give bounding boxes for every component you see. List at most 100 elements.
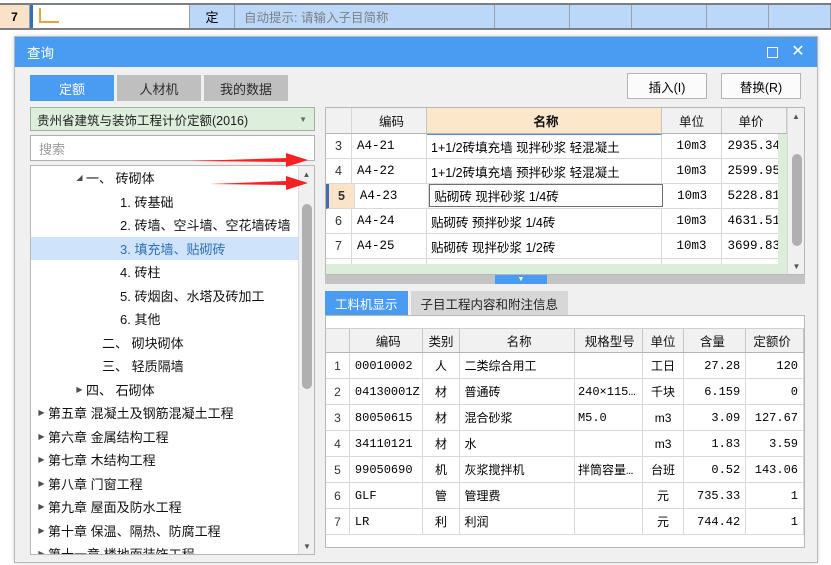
detail-cell-index[interactable]: 7 bbox=[326, 509, 350, 534]
tree-item[interactable]: ▶ 第九章 屋面及防水工程 bbox=[31, 495, 298, 519]
detail-cell-name[interactable]: 二类综合用工 bbox=[460, 353, 575, 378]
chevron-right-icon[interactable]: ▶ bbox=[35, 455, 48, 464]
detail-cell-category[interactable]: 人 bbox=[423, 353, 461, 378]
tree-item[interactable]: ▶ 第八章 门窗工程 bbox=[31, 472, 298, 496]
replace-button[interactable]: 替换(R) bbox=[721, 73, 801, 99]
detail-cell-price[interactable]: 3.59 bbox=[746, 431, 804, 456]
quota-cell-code[interactable]: A4-25 bbox=[352, 234, 427, 258]
detail-col-quantity[interactable]: 含量 bbox=[684, 329, 747, 352]
chevron-right-icon[interactable]: ▶ bbox=[35, 408, 48, 417]
detail-cell-price[interactable]: 120 bbox=[746, 353, 804, 378]
detail-cell-index[interactable]: 3 bbox=[326, 405, 350, 430]
quota-scroll-down-icon[interactable]: ▼ bbox=[788, 258, 804, 274]
tree-item[interactable]: 4. 砖柱 bbox=[31, 260, 298, 284]
quota-vertical-scrollbar[interactable]: ▲ ▼ bbox=[787, 108, 804, 274]
panel-splitter[interactable]: ▼ bbox=[325, 275, 805, 284]
detail-cell-unit[interactable]: 台班 bbox=[643, 457, 685, 482]
detail-col-spec[interactable]: 规格型号 bbox=[575, 329, 643, 352]
detail-cell-quantity[interactable]: 3.09 bbox=[684, 405, 747, 430]
detail-cell-category[interactable]: 管 bbox=[423, 483, 461, 508]
detail-cell-quantity[interactable]: 735.33 bbox=[684, 483, 747, 508]
detail-cell-category[interactable]: 利 bbox=[423, 509, 461, 534]
detail-cell-code[interactable]: GLF bbox=[350, 483, 423, 508]
detail-cell-quantity[interactable]: 0.52 bbox=[684, 457, 747, 482]
tab-material-machine-display[interactable]: 工料机显示 bbox=[325, 291, 408, 315]
detail-col-price[interactable]: 定额价 bbox=[746, 329, 804, 352]
detail-col-unit[interactable]: 单位 bbox=[643, 329, 685, 352]
detail-col-code[interactable]: 编码 bbox=[350, 329, 423, 352]
quota-scroll-up-icon[interactable]: ▲ bbox=[788, 108, 804, 124]
detail-cell-unit[interactable]: 元 bbox=[643, 483, 685, 508]
detail-cell-code[interactable]: 04130001Z bbox=[350, 379, 423, 404]
detail-cell-spec[interactable] bbox=[575, 353, 643, 378]
quota-scrollbar-thumb[interactable] bbox=[791, 154, 802, 246]
table-row[interactable]: 3 A4-21 1+1/2砖填充墙 现拌砂浆 轻混凝土 10m3 2935.34 bbox=[326, 134, 787, 159]
detail-cell-unit[interactable]: m3 bbox=[643, 431, 685, 456]
background-cell-d[interactable] bbox=[707, 5, 769, 28]
detail-cell-spec[interactable] bbox=[575, 431, 643, 456]
tab-my-data[interactable]: 我的数据 bbox=[204, 75, 288, 101]
detail-cell-code[interactable]: 80050615 bbox=[350, 405, 423, 430]
background-cell-a[interactable] bbox=[495, 5, 570, 28]
table-row[interactable]: 5 99050690 机灰浆搅拌机 拌筒容量… 台班 0.52 143.06 bbox=[326, 457, 804, 483]
detail-cell-spec[interactable]: 拌筒容量… bbox=[575, 457, 643, 482]
fixed-type-cell[interactable]: 定 bbox=[190, 5, 235, 28]
tab-subitem-content-notes[interactable]: 子目工程内容和附注信息 bbox=[410, 291, 569, 315]
detail-cell-name[interactable]: 灰浆搅拌机 bbox=[460, 457, 575, 482]
detail-cell-price[interactable]: 143.06 bbox=[746, 457, 804, 482]
table-row[interactable]: 3 80050615 材混合砂浆 M5.0 m3 3.09 127.67 bbox=[326, 405, 804, 431]
quota-cell-index[interactable]: 4 bbox=[326, 159, 352, 183]
detail-cell-index[interactable]: 6 bbox=[326, 483, 350, 508]
detail-cell-quantity[interactable]: 744.42 bbox=[684, 509, 747, 534]
detail-cell-code[interactable]: 00010002 bbox=[350, 353, 423, 378]
scroll-up-icon[interactable]: ▲ bbox=[299, 166, 314, 182]
tab-labor-material-machine[interactable]: 人材机 bbox=[117, 75, 201, 101]
quota-cell-code[interactable]: A4-21 bbox=[352, 134, 427, 158]
detail-cell-spec[interactable]: 240×115… bbox=[575, 379, 643, 404]
quota-cell-unit[interactable]: 10m3 bbox=[662, 234, 722, 258]
chevron-right-icon[interactable]: ▶ bbox=[35, 432, 48, 441]
detail-cell-spec[interactable]: M5.0 bbox=[575, 405, 643, 430]
quota-cell-name[interactable]: 1+1/2砖填充墙 现拌砂浆 轻混凝土 bbox=[427, 134, 662, 158]
maximize-icon[interactable] bbox=[759, 40, 785, 64]
tree-item[interactable]: ▶ 第五章 混凝土及钢筋混凝土工程 bbox=[31, 401, 298, 425]
detail-col-name[interactable]: 名称 bbox=[460, 329, 575, 352]
quota-col-price[interactable]: 单价 bbox=[722, 108, 787, 133]
tree-item[interactable]: 6. 其他 bbox=[31, 307, 298, 331]
tree-vertical-scrollbar[interactable]: ▲ ▼ bbox=[298, 166, 314, 554]
background-cell-c[interactable] bbox=[632, 5, 707, 28]
tree-item[interactable]: 三、 轻质隔墙 bbox=[31, 354, 298, 378]
table-row[interactable]: 5 A4-23 贴砌砖 现拌砂浆 1/4砖 10m3 5228.81 bbox=[326, 184, 787, 209]
detail-cell-name[interactable]: 普通砖 bbox=[460, 379, 575, 404]
detail-cell-category[interactable]: 材 bbox=[423, 379, 461, 404]
tree-item[interactable]: 2. 砖墙、空斗墙、空花墙砖墙 bbox=[31, 213, 298, 237]
table-row[interactable]: 4 A4-22 1+1/2砖填充墙 预拌砂浆 轻混凝土 10m3 2599.95 bbox=[326, 159, 787, 184]
detail-cell-unit[interactable]: m3 bbox=[643, 405, 685, 430]
quota-col-code[interactable]: 编码 bbox=[352, 108, 427, 133]
detail-cell-spec[interactable] bbox=[575, 509, 643, 534]
chevron-down-icon[interactable]: ◢ bbox=[73, 173, 86, 182]
quota-cell-unit[interactable]: 10m3 bbox=[662, 134, 722, 158]
insert-button[interactable]: 插入(I) bbox=[627, 73, 707, 99]
close-icon[interactable]: ✕ bbox=[785, 40, 811, 64]
tree-scrollbar-thumb[interactable] bbox=[302, 204, 312, 389]
detail-cell-quantity[interactable]: 27.28 bbox=[684, 353, 747, 378]
quota-cell-code[interactable]: A4-23 bbox=[355, 184, 430, 208]
detail-cell-category[interactable]: 材 bbox=[423, 405, 461, 430]
detail-cell-index[interactable]: 1 bbox=[326, 353, 350, 378]
quota-cell-name[interactable]: 贴砌砖 现拌砂浆 1/4砖 bbox=[429, 184, 663, 207]
background-active-row[interactable]: 7 定 自动提示: 请输入子目简称 bbox=[0, 3, 831, 30]
table-row[interactable]: 6 A4-24 贴砌砖 预拌砂浆 1/4砖 10m3 4631.51 bbox=[326, 209, 787, 234]
detail-cell-price[interactable]: 1 bbox=[746, 509, 804, 534]
quota-cell-name[interactable]: 贴砌砖 预拌砂浆 1/4砖 bbox=[427, 209, 662, 233]
detail-cell-unit[interactable]: 元 bbox=[643, 509, 685, 534]
tree-item[interactable]: 5. 砖烟囱、水塔及砖加工 bbox=[31, 284, 298, 308]
background-cell-e[interactable] bbox=[769, 5, 831, 28]
detail-cell-name[interactable]: 管理费 bbox=[460, 483, 575, 508]
quota-cell-code[interactable]: A4-24 bbox=[352, 209, 427, 233]
table-row[interactable]: 6 GLF 管管理费 元 735.33 1 bbox=[326, 483, 804, 509]
tree-item[interactable]: 1. 砖基础 bbox=[31, 190, 298, 214]
detail-cell-category[interactable]: 机 bbox=[423, 457, 461, 482]
tab-quota[interactable]: 定额 bbox=[30, 75, 114, 101]
quota-cell-index[interactable]: 5 bbox=[329, 184, 355, 208]
